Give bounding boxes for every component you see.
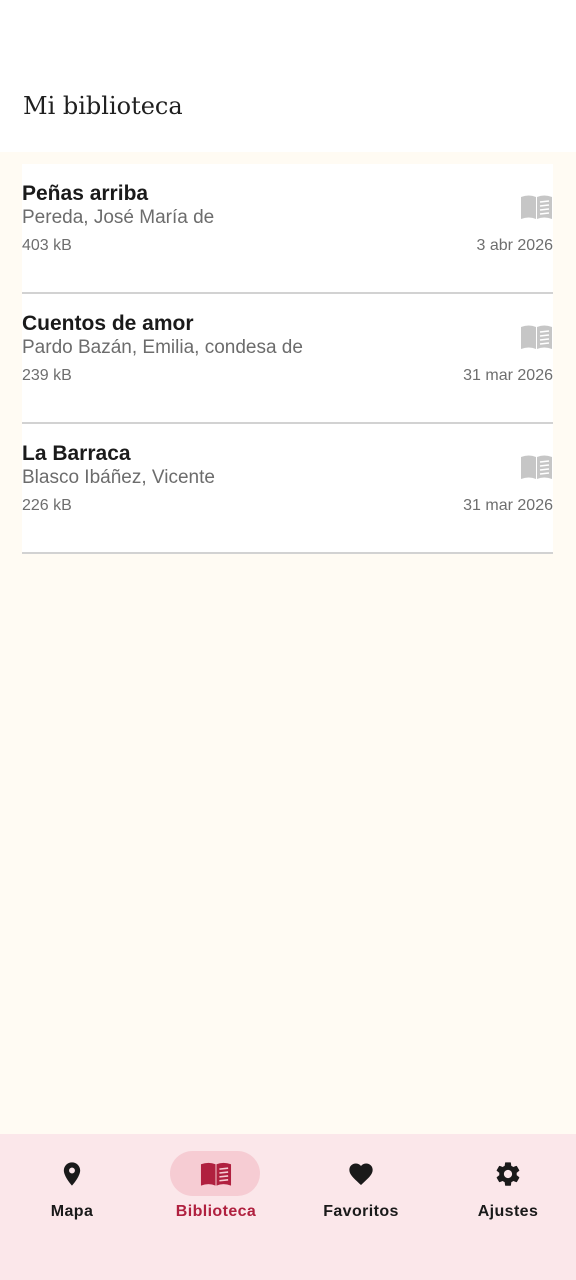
app-header: Mi biblioteca	[0, 0, 576, 152]
book-title: Peñas arriba	[22, 182, 149, 205]
book-author: Pereda, José María de	[22, 207, 215, 228]
book-open-icon[interactable]	[520, 454, 553, 480]
book-file-size: 239 kB	[22, 367, 72, 384]
bottom-navigation: Mapa Biblioteca Favoritos Ajustes	[0, 1134, 576, 1280]
book-file-size: 226 kB	[22, 497, 72, 514]
book-author: Blasco Ibáñez, Vicente	[22, 467, 215, 488]
book-title: La Barraca	[22, 442, 131, 465]
book-list-item[interactable]: La Barraca Blasco Ibáñez, Vicente 226 kB…	[22, 424, 553, 554]
book-date: 3 abr 2026	[476, 237, 553, 254]
book-date: 31 mar 2026	[463, 367, 553, 384]
book-open-icon	[200, 1162, 232, 1186]
book-list-item[interactable]: Peñas arriba Pereda, José María de 403 k…	[22, 164, 553, 294]
nav-item-favoritos[interactable]: Favoritos	[289, 1134, 433, 1234]
nav-label: Ajustes	[477, 1203, 539, 1220]
heart-icon	[349, 1163, 373, 1185]
map-pin-icon	[63, 1162, 81, 1186]
book-list-item[interactable]: Cuentos de amor Pardo Bazán, Emilia, con…	[22, 294, 553, 424]
gear-icon	[496, 1162, 520, 1186]
book-date: 31 mar 2026	[463, 497, 553, 514]
book-list: Peñas arriba Pereda, José María de 403 k…	[22, 164, 553, 554]
page-title: Mi biblioteca	[23, 92, 183, 120]
nav-item-biblioteca[interactable]: Biblioteca	[144, 1134, 288, 1234]
nav-label: Biblioteca	[175, 1203, 257, 1220]
nav-item-mapa[interactable]: Mapa	[0, 1134, 144, 1234]
book-title: Cuentos de amor	[22, 312, 194, 335]
nav-label: Favoritos	[323, 1203, 399, 1220]
book-file-size: 403 kB	[22, 237, 72, 254]
book-author: Pardo Bazán, Emilia, condesa de	[22, 337, 303, 358]
nav-item-ajustes[interactable]: Ajustes	[436, 1134, 576, 1234]
nav-label: Mapa	[50, 1203, 94, 1220]
book-open-icon[interactable]	[520, 324, 553, 350]
book-open-icon[interactable]	[520, 194, 553, 220]
